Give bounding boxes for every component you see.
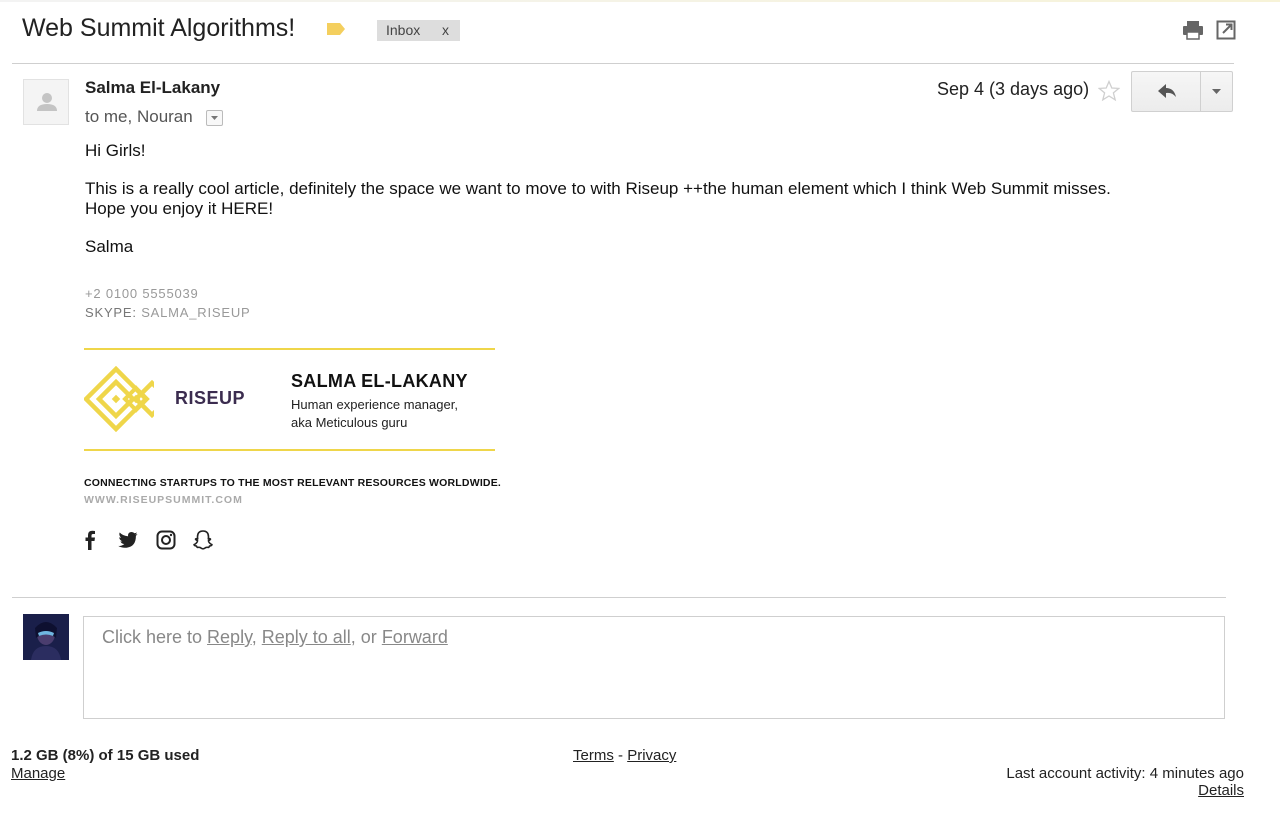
remove-label-button[interactable]: x [442,22,449,38]
signature-website[interactable]: WWW.RISEUPSUMMIT.COM [84,494,243,506]
signature-phone: +2 0100 5555039 [85,286,199,301]
terms-link[interactable]: Terms [573,747,614,764]
open-in-new-window-icon[interactable] [1216,20,1236,40]
user-avatar[interactable] [23,614,69,660]
privacy-link[interactable]: Privacy [627,747,676,764]
show-details-button[interactable] [206,110,223,126]
snapchat-icon[interactable] [192,529,214,551]
signature-tagline: CONNECTING STARTUPS TO THE MOST RELEVANT… [84,477,502,489]
sender-avatar [23,79,69,125]
skype-key: SKYPE: [85,305,137,320]
skype-value: SALMA_RISEUP [141,305,251,320]
reply-sep-2: , or [350,627,382,647]
reply-link[interactable]: Reply [207,627,252,647]
thread-subject: Web Summit Algorithms! [22,14,296,42]
twitter-icon[interactable] [117,529,139,551]
activity-details-link[interactable]: Details [1198,782,1244,799]
reply-arrow-icon [1158,84,1176,98]
terms-privacy: Terms - Privacy [573,747,676,764]
body-line-1: This is a really cool article, definitel… [85,179,1111,198]
more-actions-button[interactable] [1200,71,1233,112]
reply-prompt-prefix: Click here to [102,627,208,647]
storage-usage: 1.2 GB (8%) of 15 GB used [11,747,200,764]
signature-skype: SKYPE: SALMA_RISEUP [85,305,251,320]
inbox-label-chip: Inbox x [377,20,460,41]
manage-storage-link[interactable]: Manage [11,765,65,782]
message-date: Sep 4 (3 days ago) [937,79,1090,99]
riseup-brand-name: RISEUP [175,388,246,408]
top-border [0,0,1280,2]
reply-sep-1: , [251,627,262,647]
reply-button[interactable] [1131,71,1201,112]
person-icon [37,93,57,111]
forward-link[interactable]: Forward [382,627,448,647]
signature-role-line-1: Human experience manager, [291,397,458,412]
reply-all-link[interactable]: Reply to all [262,627,351,647]
last-account-activity: Last account activity: 4 minutes ago [1006,765,1244,782]
signature-role-line-2: aka Meticulous guru [291,415,408,430]
signature-top-rule [84,348,495,350]
chevron-down-icon [1212,89,1221,94]
riseup-logo-icon [84,366,154,432]
inbox-label-text: Inbox [386,22,421,38]
reply-box[interactable]: Click here to Reply, Reply to all, or Fo… [83,616,1225,719]
star-icon[interactable] [1098,80,1120,102]
terms-separator: - [613,747,628,764]
instagram-icon[interactable] [155,529,177,551]
recipients-line: to me, Nouran [85,107,193,126]
label-tag-icon[interactable] [326,22,346,36]
sign-off: Salma [85,237,134,256]
print-icon[interactable] [1182,20,1204,40]
message-divider [12,597,1226,598]
signature-bottom-rule [84,449,495,451]
header-divider [12,63,1234,64]
greeting: Hi Girls! [85,141,146,160]
body-line-2: Hope you enjoy it HERE! [85,199,274,218]
chevron-down-icon [211,116,218,120]
signature-role: Human experience manager, aka Meticulous… [291,396,491,432]
facebook-icon[interactable] [79,529,101,551]
sender-name[interactable]: Salma El-Lakany [85,78,220,98]
signature-name: SALMA EL-LAKANY [291,371,468,391]
